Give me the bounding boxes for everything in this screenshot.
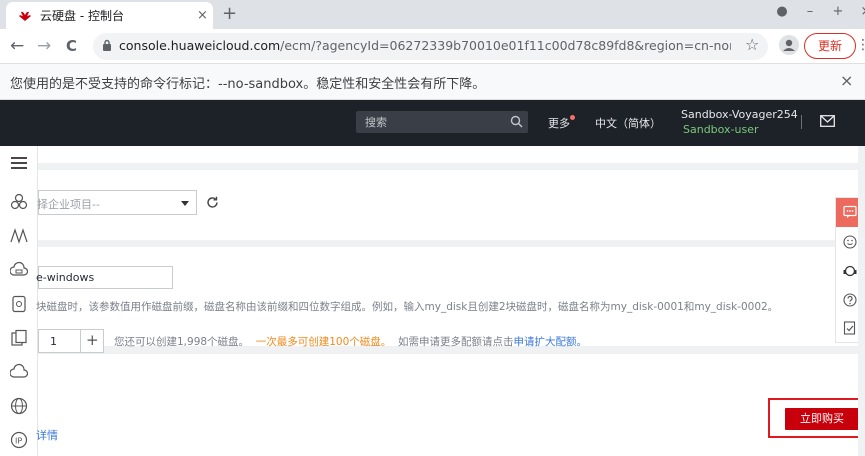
card-disk-config: e-windows 块磁盘时，该参数值用作磁盘前缀，磁盘名称由该前缀和四位数字组… xyxy=(36,247,862,353)
lock-icon xyxy=(103,39,111,51)
address-bar[interactable]: console.huaweicloud.com/ecm/?agencyId=06… xyxy=(93,33,768,60)
profile-avatar-icon[interactable] xyxy=(779,35,799,55)
ip-icon[interactable]: IP xyxy=(10,431,28,449)
document-icon[interactable] xyxy=(10,295,28,313)
new-tab-icon[interactable]: + xyxy=(222,3,237,24)
page-scrollbar[interactable] xyxy=(858,146,865,456)
search-placeholder: 搜索 xyxy=(365,116,387,129)
project-placeholder: 择企业项目-- xyxy=(37,198,100,211)
buy-now-button[interactable]: 立即购买 xyxy=(785,408,859,430)
warning-infobar: 您使用的是不受支持的命令行标记：--no-sandbox。稳定性和安全性会有所下… xyxy=(0,64,865,100)
enterprise-project-select[interactable]: 择企业项目-- xyxy=(37,190,197,215)
chat-icon xyxy=(843,205,857,218)
tab-title: 云硬盘 - 控制台 xyxy=(40,9,124,23)
card-enterprise-project: 择企业项目-- xyxy=(37,170,862,240)
more-menu-link[interactable]: 更多 xyxy=(548,115,570,131)
back-icon[interactable]: ← xyxy=(10,36,24,56)
chevron-down-icon xyxy=(181,201,189,206)
support-icon[interactable] xyxy=(843,264,857,278)
smile-icon[interactable] xyxy=(843,235,857,249)
disk-name-hint: 块磁盘时，该参数值用作磁盘前缀，磁盘名称由该前缀和四位数字组成。例如，输入my_… xyxy=(36,301,779,313)
infobar-close-icon[interactable]: × xyxy=(840,71,853,90)
url-text: console.huaweicloud.com/ecm/?agencyId=06… xyxy=(119,38,731,53)
quota-remaining-text: 您还可以创建1,998个磁盘。 xyxy=(114,336,250,348)
language-switch[interactable]: 中文（简体） xyxy=(595,115,661,131)
cloud-disk-icon[interactable] xyxy=(10,261,28,279)
disk-name-input[interactable]: e-windows xyxy=(36,266,173,289)
browser-menu-icon[interactable]: ⋮ xyxy=(856,37,865,53)
minimize-icon[interactable]: – xyxy=(796,4,824,19)
detail-link[interactable]: 详情 xyxy=(36,427,58,443)
refresh-icon[interactable] xyxy=(206,196,219,209)
window-controls: ●–+× xyxy=(768,4,865,19)
cloud-icon[interactable] xyxy=(10,363,28,381)
globe-icon[interactable] xyxy=(10,397,28,415)
graph-icon[interactable] xyxy=(10,227,28,245)
header-divider xyxy=(801,115,802,129)
card-top xyxy=(38,146,862,163)
update-button[interactable]: 更新 xyxy=(804,33,856,59)
account-name[interactable]: Sandbox-Voyager254 xyxy=(681,108,798,121)
card-footer: 详情 立即购买 xyxy=(36,354,862,456)
service-sidebar: IP xyxy=(0,146,38,456)
search-icon[interactable] xyxy=(510,115,523,128)
quota-hint: 您还可以创建1,998个磁盘。 一次最多可创建100个磁盘。 如需申请更多配额请… xyxy=(114,334,587,349)
console-header: 搜索 更多 中文（简体） Sandbox-Voyager254 Sandbox-… xyxy=(0,100,865,146)
mail-icon[interactable] xyxy=(820,115,835,127)
svg-text:IP: IP xyxy=(15,437,22,446)
maximize-icon[interactable]: + xyxy=(824,4,852,19)
cluster-icon[interactable] xyxy=(10,193,28,211)
quota-increase-link[interactable]: 申请扩大配额。 xyxy=(513,336,587,348)
help-icon[interactable] xyxy=(843,293,857,307)
infobar-message: 您使用的是不受支持的命令行标记：--no-sandbox。稳定性和安全性会有所下… xyxy=(10,77,486,92)
copy-icon[interactable] xyxy=(10,329,28,347)
menu-icon[interactable] xyxy=(10,154,28,172)
checklist-icon[interactable] xyxy=(843,321,857,335)
browser-tab-strip: 云硬盘 - 控制台 × + ●–+× xyxy=(0,0,865,29)
window-close-icon[interactable]: × xyxy=(852,4,865,19)
huawei-logo-icon xyxy=(19,11,31,21)
account-subuser[interactable]: Sandbox-user xyxy=(683,123,759,136)
notification-dot xyxy=(570,115,575,120)
main-content: 择企业项目-- e-windows 块磁盘时，该参数值用作磁盘前缀，磁盘名称由该… xyxy=(36,146,865,456)
tab-close-icon[interactable]: × xyxy=(197,8,208,23)
plus-icon[interactable]: + xyxy=(86,331,99,349)
quota-apply-text: 如需申请更多配额请点击 xyxy=(397,336,514,348)
console-search-input[interactable]: 搜索 xyxy=(356,111,528,133)
quantity-value: 1 xyxy=(50,335,57,348)
quota-max-text: 一次最多可创建100个磁盘。 xyxy=(255,336,392,348)
reload-icon[interactable]: C xyxy=(66,37,77,55)
browser-toolbar: ← → C console.huaweicloud.com/ecm/?agenc… xyxy=(0,29,865,64)
quantity-stepper[interactable]: 1 + xyxy=(38,329,104,353)
browser-tab[interactable]: 云硬盘 - 控制台 × xyxy=(6,2,213,29)
tab-search-icon[interactable]: ● xyxy=(768,4,796,19)
disk-name-value: e-windows xyxy=(36,271,95,284)
bookmark-star-icon[interactable]: ☆ xyxy=(745,35,759,54)
stepper-divider xyxy=(80,330,81,352)
forward-icon[interactable]: → xyxy=(37,36,51,56)
